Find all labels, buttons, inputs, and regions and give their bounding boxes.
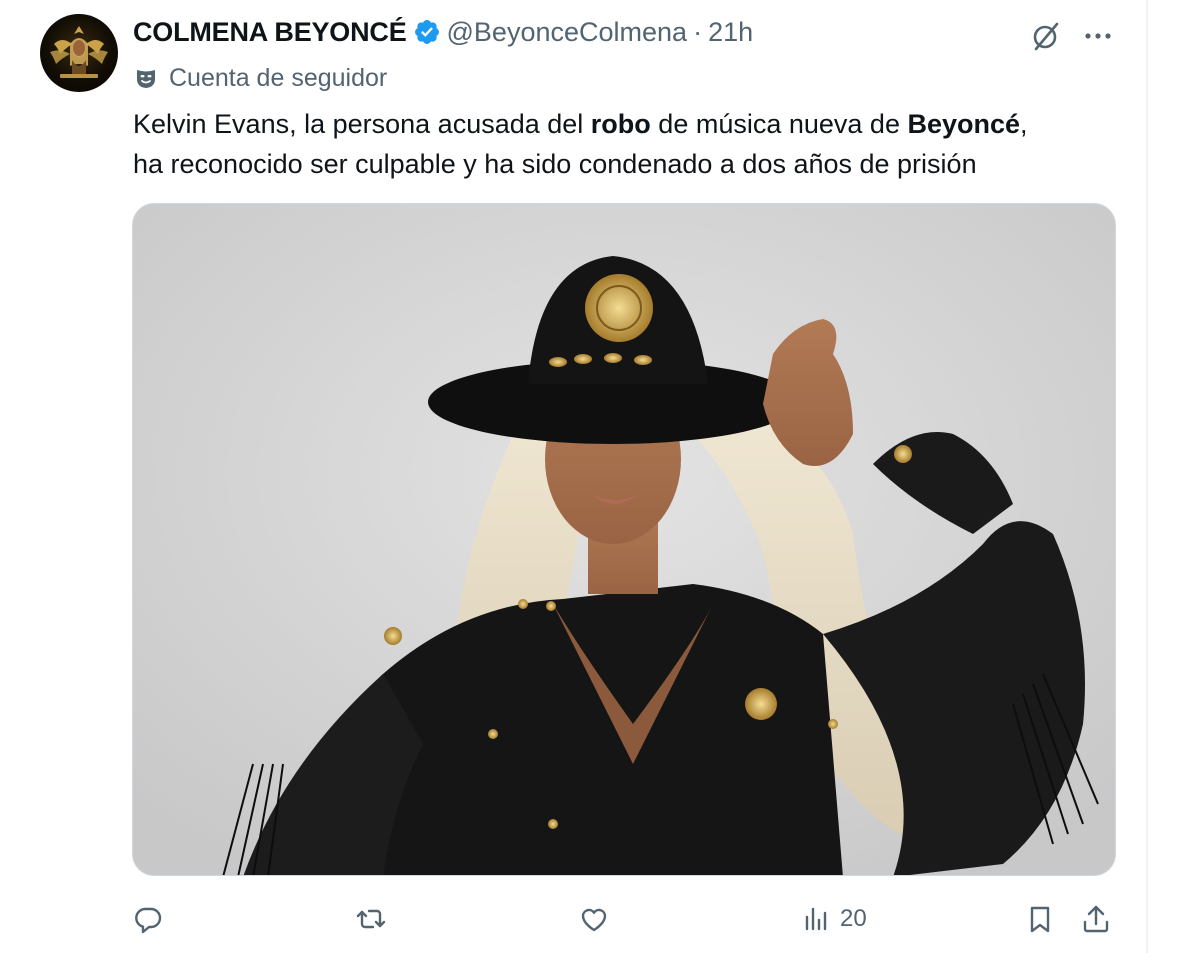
share-icon — [1083, 905, 1109, 933]
tweet-text-bold: Beyoncé — [907, 109, 1021, 139]
tweet-text-part: , — [1020, 109, 1028, 139]
retweet-icon — [356, 909, 386, 929]
tweet-text-bold: robo — [590, 109, 651, 139]
tweet-text-part: ha reconocido ser culpable y ha sido con… — [133, 149, 977, 179]
reply-icon — [135, 907, 162, 934]
more-icon[interactable] — [1080, 18, 1116, 54]
reply-button[interactable] — [132, 896, 164, 942]
views-bar-chart-icon — [805, 907, 827, 931]
account-label: Cuenta de seguidor — [133, 60, 387, 96]
tweet[interactable]: COLMENA BEYONCÉ @BeyonceColmena · 21h Cu… — [0, 0, 1146, 953]
handle[interactable]: @BeyonceColmena — [447, 17, 688, 48]
avatar-logo-icon — [50, 26, 108, 78]
theater-mask-icon — [137, 70, 155, 88]
tweet-photo[interactable] — [132, 203, 1116, 876]
timestamp[interactable]: 21h — [708, 17, 753, 48]
account-label-text: Cuenta de seguidor — [169, 63, 388, 92]
grok-icon[interactable] — [1028, 18, 1064, 54]
display-name[interactable]: COLMENA BEYONCÉ — [133, 17, 407, 48]
separator-dot: · — [693, 16, 703, 47]
views-button[interactable]: 20 — [800, 896, 867, 942]
tweet-text: Kelvin Evans, la persona acusada del rob… — [133, 104, 1123, 184]
bookmark-icon — [1030, 906, 1050, 933]
timeline-divider — [1146, 0, 1148, 953]
bookmark-button[interactable] — [1024, 896, 1056, 942]
tweet-text-part: de música nueva de — [650, 109, 908, 139]
avatar[interactable] — [40, 14, 118, 92]
verified-badge-icon[interactable] — [413, 18, 441, 46]
views-count: 20 — [840, 905, 867, 932]
like-button[interactable] — [578, 896, 610, 942]
heart-icon — [581, 908, 607, 932]
tweet-header: COLMENA BEYONCÉ @BeyonceColmena · 21h — [133, 12, 753, 52]
retweet-button[interactable] — [355, 896, 387, 942]
share-button[interactable] — [1080, 896, 1112, 942]
photo-image — [133, 204, 1115, 875]
tweet-text-part: Kelvin Evans, la persona acusada del — [133, 109, 591, 139]
